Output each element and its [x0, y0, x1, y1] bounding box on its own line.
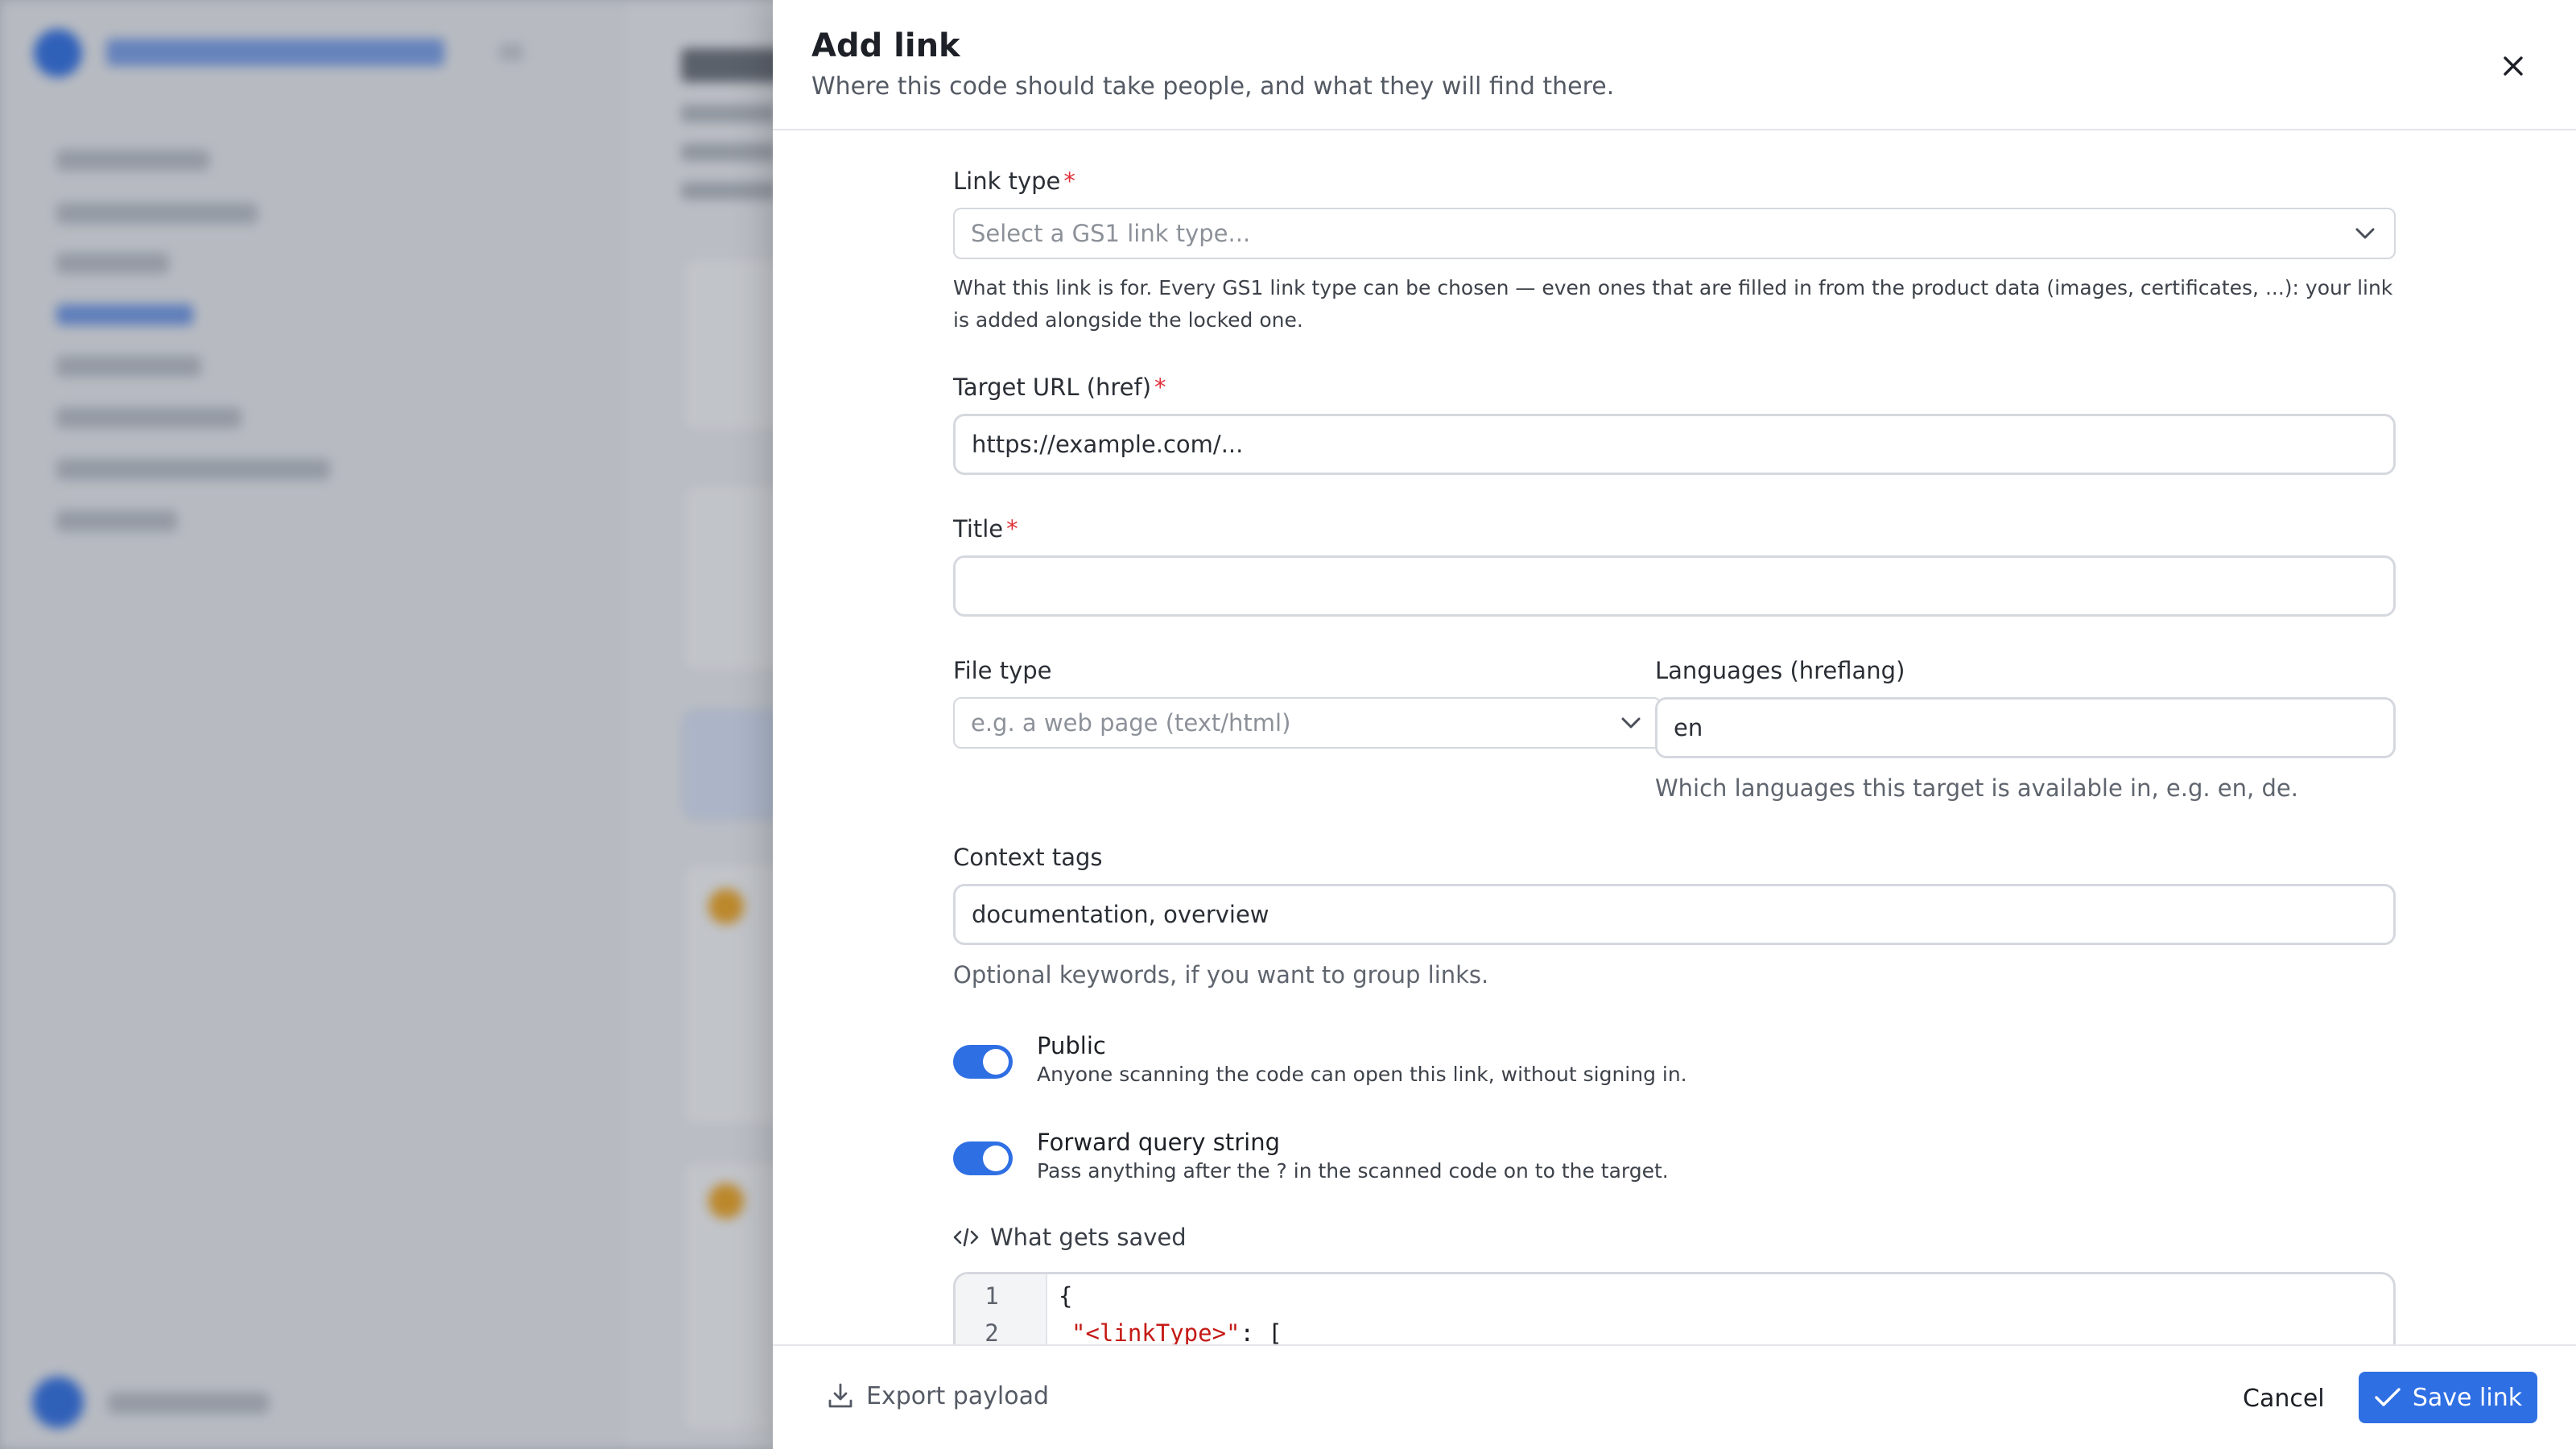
target-url-placeholder: https://example.com/... — [972, 431, 1244, 458]
chevron-down-icon — [1621, 717, 1641, 729]
chevron-down-icon — [2355, 228, 2375, 239]
target-url-label-text: Target URL (href) — [953, 374, 1152, 401]
toggle-knob — [983, 1146, 1009, 1171]
code-string: "<linkType>" — [1071, 1319, 1241, 1344]
link-type-label-text: Link type — [953, 167, 1061, 195]
title-label-text: Title — [953, 515, 1004, 543]
drawer-subtitle: Where this code should take people, and … — [811, 72, 1615, 101]
languages-help: Which languages this target is available… — [1655, 774, 2298, 802]
drawer-footer: Export payload Cancel Save link — [773, 1344, 2576, 1449]
context-tags-value: documentation, overview — [972, 901, 1269, 928]
save-link-label: Save link — [2412, 1383, 2523, 1412]
drawer-title: Add link — [811, 27, 960, 64]
code-icon — [953, 1228, 979, 1247]
link-form: Link type * Select a GS1 link type... Wha… — [953, 130, 2396, 1344]
target-url-label: Target URL (href) * — [953, 374, 1166, 401]
languages-value: en — [1674, 714, 1703, 741]
link-type-placeholder: Select a GS1 link type... — [971, 220, 1251, 247]
languages-input[interactable]: en — [1655, 697, 2396, 758]
forward-query-description: Pass anything after the ? in the scanned… — [1037, 1159, 1669, 1183]
forward-query-title: Forward query string — [1037, 1129, 1281, 1156]
public-toggle-description: Anyone scanning the code can open this l… — [1037, 1063, 1687, 1086]
export-payload-label: Export payload — [866, 1381, 1050, 1410]
payload-preview-header: What gets saved — [953, 1224, 1187, 1251]
toggle-knob — [983, 1049, 1009, 1075]
line-number: 1 — [985, 1282, 999, 1310]
line-number: 2 — [985, 1319, 999, 1344]
add-link-drawer: Add link Where this code should take peo… — [773, 0, 2576, 1449]
link-type-select[interactable]: Select a GS1 link type... — [953, 208, 2396, 259]
download-icon — [828, 1383, 852, 1408]
public-toggle[interactable] — [953, 1045, 1013, 1079]
payload-code-editor[interactable]: 1 2 { "<linkType>": [ — [953, 1272, 2396, 1344]
export-payload-button[interactable]: Export payload — [826, 1381, 1049, 1410]
payload-preview-label: What gets saved — [990, 1224, 1187, 1251]
languages-label: Languages (hreflang) — [1655, 657, 1905, 684]
required-mark: * — [1006, 515, 1018, 543]
title-input[interactable] — [953, 555, 2396, 617]
forward-query-toggle[interactable] — [953, 1141, 1013, 1175]
context-tags-help: Optional keywords, if you want to group … — [953, 961, 1489, 989]
cancel-button[interactable]: Cancel — [2243, 1385, 2325, 1413]
file-type-label: File type — [953, 657, 1052, 684]
required-mark: * — [1063, 167, 1075, 195]
code-gutter: 1 2 — [956, 1274, 1047, 1344]
context-tags-label: Context tags — [953, 844, 1103, 871]
close-icon — [2504, 56, 2523, 76]
file-type-placeholder: e.g. a web page (text/html) — [971, 709, 1291, 737]
code-line: { — [1059, 1282, 1073, 1310]
check-icon — [2375, 1388, 2401, 1406]
target-url-input[interactable]: https://example.com/... — [953, 414, 2396, 475]
code-line: "<linkType>": [ — [1071, 1319, 1282, 1344]
context-tags-input[interactable]: documentation, overview — [953, 884, 2396, 945]
close-button[interactable] — [2491, 43, 2536, 89]
link-type-label: Link type * — [953, 167, 1075, 195]
drawer-header: Add link Where this code should take peo… — [773, 0, 2576, 130]
file-type-select[interactable]: e.g. a web page (text/html) — [953, 697, 1662, 749]
link-type-help: What this link is for. Every GS1 link ty… — [953, 276, 2393, 332]
save-link-button[interactable]: Save link — [2359, 1372, 2537, 1423]
title-label: Title * — [953, 515, 1018, 543]
public-toggle-title: Public — [1037, 1032, 1106, 1059]
code-text: : [ — [1240, 1319, 1282, 1344]
required-mark: * — [1154, 374, 1166, 401]
